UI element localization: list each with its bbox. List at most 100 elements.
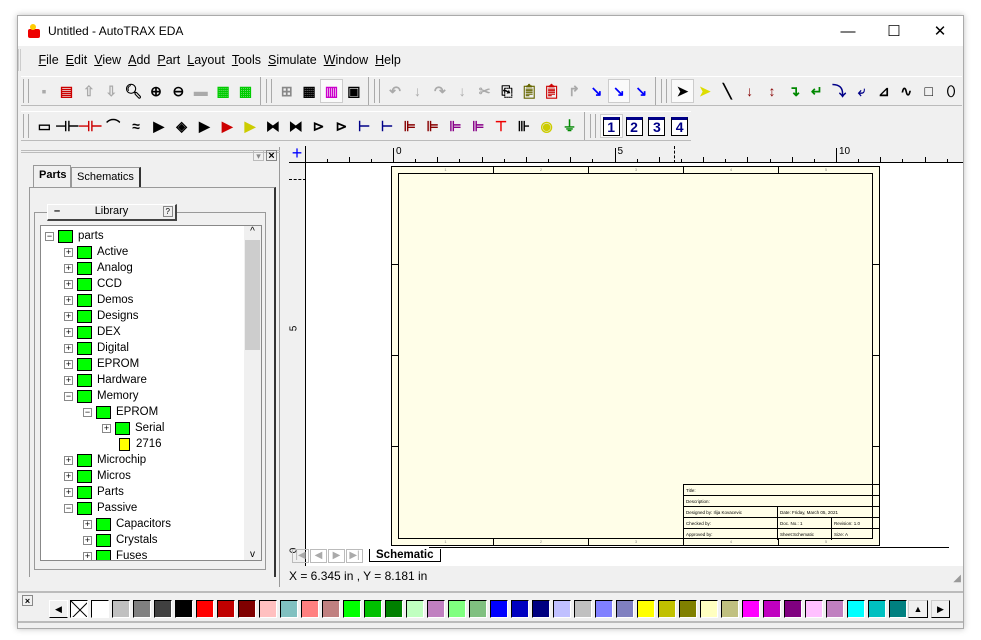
curve-blue-back-button[interactable]: ⤶ bbox=[850, 79, 872, 103]
expand-icon[interactable]: + bbox=[64, 263, 73, 273]
color-swatch[interactable] bbox=[196, 600, 214, 618]
tree-item-parts[interactable]: − parts bbox=[45, 228, 104, 244]
route-2-button[interactable]: ↘ bbox=[607, 79, 631, 103]
route-1-button[interactable]: ↘ bbox=[585, 79, 607, 103]
color-swatch[interactable] bbox=[595, 600, 613, 618]
color-swatch[interactable] bbox=[511, 600, 529, 618]
menu-edit[interactable]: Edit bbox=[62, 53, 91, 67]
npn-button[interactable]: ⊳ bbox=[307, 114, 330, 138]
zoom-in-button[interactable]: ⊕ bbox=[145, 79, 167, 103]
zoom-out-button[interactable]: ⊖ bbox=[167, 79, 189, 103]
pcb-button[interactable]: ▦ bbox=[212, 79, 234, 103]
color-swatch[interactable] bbox=[154, 600, 172, 618]
tree-item-dex[interactable]: + DEX bbox=[64, 324, 121, 340]
color-swatch[interactable] bbox=[448, 600, 466, 618]
expand-icon[interactable]: + bbox=[64, 295, 73, 305]
diac-button[interactable]: ⧓ bbox=[261, 114, 284, 138]
menu-simulate[interactable]: Simulate bbox=[265, 53, 321, 67]
collapse-icon[interactable]: − bbox=[45, 231, 54, 241]
color-swatch[interactable] bbox=[427, 600, 445, 618]
library-help-button[interactable]: ? bbox=[162, 206, 173, 217]
new-schematic-button[interactable]: ▤ bbox=[55, 79, 77, 103]
color-swatch[interactable] bbox=[700, 600, 718, 618]
color-swatch[interactable] bbox=[721, 600, 739, 618]
vcc-button[interactable]: ⊤ bbox=[490, 114, 513, 138]
rectangle-button[interactable]: □ bbox=[917, 79, 939, 103]
zoom-button[interactable]: 🔍︎ bbox=[122, 79, 144, 103]
collapse-icon[interactable]: − bbox=[64, 391, 73, 401]
pnp-button[interactable]: ⊳ bbox=[330, 114, 353, 138]
palette-scroll-right-button[interactable]: ▶ bbox=[931, 600, 950, 618]
tree-item-crystals[interactable]: + Crystals bbox=[83, 532, 158, 548]
paste-button[interactable]: 📋︎ bbox=[518, 79, 540, 103]
expand-icon[interactable]: + bbox=[83, 535, 92, 545]
color-swatch[interactable] bbox=[175, 600, 193, 618]
menu-help[interactable]: Help bbox=[372, 53, 405, 67]
expand-icon[interactable]: + bbox=[64, 471, 73, 481]
tree-scrollbar[interactable]: ^ v bbox=[244, 226, 261, 560]
first-sheet-button[interactable]: |◀ bbox=[292, 549, 309, 563]
close-button[interactable]: ✕ bbox=[917, 16, 963, 46]
tree-item-active[interactable]: + Active bbox=[64, 244, 128, 260]
color-swatch[interactable] bbox=[469, 600, 487, 618]
nmos-dep-button[interactable]: ⊫ bbox=[444, 114, 467, 138]
color-swatch[interactable] bbox=[784, 600, 802, 618]
color-swatch[interactable] bbox=[364, 600, 382, 618]
select-arrow-button[interactable]: ➤ bbox=[671, 79, 694, 103]
njfet-button[interactable]: ⊢ bbox=[353, 114, 376, 138]
color-swatch[interactable] bbox=[532, 600, 550, 618]
expand-icon[interactable]: + bbox=[64, 487, 73, 497]
pcb-flash-button[interactable]: ▦ bbox=[234, 79, 256, 103]
color-swatch[interactable] bbox=[385, 600, 403, 618]
collapse-icon[interactable]: − bbox=[83, 407, 92, 417]
color-swatch[interactable] bbox=[406, 600, 424, 618]
panel-close-button[interactable]: × bbox=[266, 150, 277, 162]
yellow-arrow-button[interactable]: ➤ bbox=[694, 79, 716, 103]
toolbar-grip[interactable] bbox=[661, 79, 668, 103]
menu-part[interactable]: Part bbox=[154, 53, 184, 67]
color-swatch[interactable] bbox=[343, 600, 361, 618]
led-button[interactable]: ▶ bbox=[216, 114, 239, 138]
menu-file[interactable]: File bbox=[35, 53, 62, 67]
down-arrow-2-button[interactable]: ↓ bbox=[451, 79, 473, 103]
tree-item-micros[interactable]: + Micros bbox=[64, 468, 131, 484]
color-swatch[interactable] bbox=[847, 600, 865, 618]
color-swatch[interactable] bbox=[679, 600, 697, 618]
line-button[interactable]: ╲ bbox=[716, 79, 738, 103]
expand-icon[interactable]: + bbox=[64, 359, 73, 369]
palette-top-button[interactable]: ▲ bbox=[908, 600, 928, 618]
color-swatch[interactable] bbox=[637, 600, 655, 618]
panel-menu-button[interactable]: ▾ bbox=[253, 150, 264, 161]
bridge-button[interactable]: ◈ bbox=[170, 114, 193, 138]
tree-item-2716[interactable]: 2716 bbox=[102, 436, 162, 452]
color-swatch[interactable] bbox=[238, 600, 256, 618]
copy-button[interactable]: ⎘ bbox=[496, 79, 518, 103]
sheet-2-button[interactable]: 2 bbox=[623, 114, 646, 138]
ground-button[interactable]: ⏚ bbox=[558, 114, 581, 138]
color-swatch[interactable] bbox=[826, 600, 844, 618]
grid-4-button[interactable]: ⊞ bbox=[276, 79, 298, 103]
photodiode-button[interactable]: ▶ bbox=[239, 114, 262, 138]
polyline-button[interactable]: ⊿ bbox=[873, 79, 895, 103]
tree-item-hardware[interactable]: + Hardware bbox=[64, 372, 147, 388]
expand-icon[interactable]: + bbox=[83, 551, 92, 560]
tree-item-analog[interactable]: + Analog bbox=[64, 260, 133, 276]
menu-tools[interactable]: Tools bbox=[228, 53, 264, 67]
expand-icon[interactable]: + bbox=[64, 327, 73, 337]
collapse-icon[interactable]: − bbox=[64, 503, 73, 513]
stamp-button[interactable]: ▬ bbox=[190, 79, 212, 103]
tab-schematics[interactable]: Schematics bbox=[71, 167, 141, 187]
palette-scroll-left-button[interactable]: ◀ bbox=[49, 600, 68, 618]
tree-item-memory[interactable]: − Memory bbox=[64, 388, 139, 404]
color-swatch[interactable] bbox=[280, 600, 298, 618]
color-swatch[interactable] bbox=[805, 600, 823, 618]
ellipse-button[interactable]: ⬯ bbox=[940, 79, 962, 103]
toolbar-grip[interactable] bbox=[23, 79, 29, 103]
rotate-90-button[interactable]: ↱ bbox=[563, 79, 585, 103]
prev-sheet-button[interactable]: ◀ bbox=[310, 549, 327, 563]
tree-item-passive[interactable]: − Passive bbox=[64, 500, 137, 516]
expand-icon[interactable]: + bbox=[64, 343, 73, 353]
scroll-up-icon[interactable]: ^ bbox=[244, 226, 261, 237]
color-swatch[interactable] bbox=[259, 600, 277, 618]
library-button[interactable]: ▥ bbox=[320, 79, 343, 103]
